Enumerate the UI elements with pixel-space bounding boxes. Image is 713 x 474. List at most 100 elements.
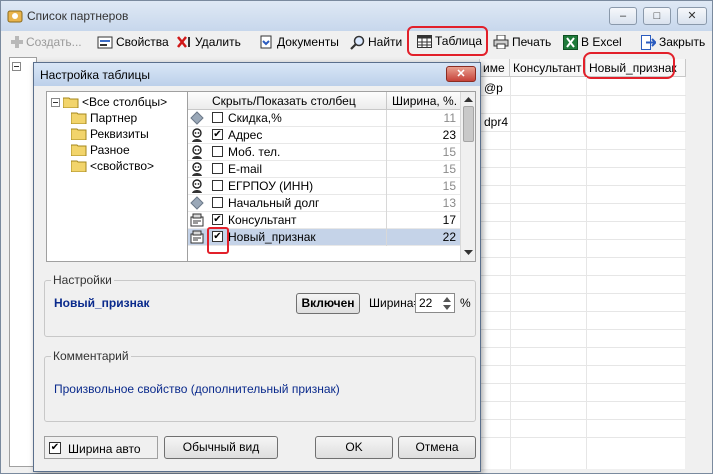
enabled-toggle-button[interactable]: Включен — [296, 293, 360, 314]
column-width[interactable]: 17 — [388, 213, 456, 227]
grid-line — [480, 419, 686, 420]
tree-collapse-icon[interactable] — [51, 97, 60, 107]
window-close-button[interactable]: ✕ — [677, 7, 707, 25]
properties-label: Свойства — [116, 35, 169, 49]
minimize-button[interactable]: – — [609, 7, 637, 25]
tree-item-property[interactable]: <свойство> — [71, 158, 154, 174]
row-divider — [386, 195, 387, 212]
row-divider — [386, 178, 387, 195]
partners-grid: име Консультант Новый_признак @p dpr4 — [479, 52, 686, 469]
new-flag-highlight — [583, 52, 675, 79]
column-row[interactable]: E-mail 15 — [188, 161, 460, 178]
column-row[interactable]: ✔ Консультант 17 — [188, 212, 460, 229]
normal-view-button[interactable]: Обычный вид — [164, 436, 278, 459]
grid-col-name[interactable]: име — [480, 59, 510, 77]
vertical-scrollbar[interactable] — [460, 92, 475, 261]
auto-width-checkbox[interactable]: ✔ — [49, 442, 61, 454]
grid-cell[interactable]: @p — [484, 81, 503, 95]
column-visibility-checkbox[interactable]: ✔ — [212, 214, 223, 225]
person-icon — [192, 179, 202, 193]
grid-col-consultant[interactable]: Консультант — [510, 59, 586, 77]
create-button[interactable]: Создать... — [11, 33, 82, 51]
find-label: Найти — [368, 35, 403, 49]
tree-item-misc[interactable]: Разное — [71, 142, 130, 158]
scroll-up-icon[interactable] — [464, 96, 473, 102]
column-width[interactable]: 15 — [388, 162, 456, 176]
column-name: Моб. тел. — [228, 145, 281, 159]
header-width[interactable]: Ширина, %. — [392, 94, 457, 108]
column-width[interactable]: 15 — [388, 145, 456, 159]
column-visibility-checkbox[interactable] — [212, 112, 223, 123]
column-row[interactable]: ЕГРПОУ (ИНН) 15 — [188, 178, 460, 195]
find-button[interactable]: Найти — [350, 33, 402, 51]
tree-item-requisites[interactable]: Реквизиты — [71, 126, 149, 142]
toolbar: Создать... Свойства Удалить Документы На… — [1, 26, 712, 56]
column-width[interactable]: 13 — [388, 196, 456, 210]
close-toolbar-button[interactable]: Закрыть — [641, 33, 705, 51]
ok-button[interactable]: OK — [315, 436, 393, 459]
grid-line — [480, 347, 686, 348]
grid-cell[interactable]: dpr4 — [484, 115, 508, 129]
folder-icon — [71, 160, 87, 172]
percent-sign: % — [460, 296, 471, 310]
documents-icon — [260, 35, 272, 48]
header-name[interactable]: Скрыть/Показать столбец — [212, 94, 356, 108]
column-row[interactable]: Моб. тел. 15 — [188, 144, 460, 161]
column-row[interactable]: Начальный долг 13 — [188, 195, 460, 212]
grid-line — [480, 275, 686, 276]
column-visibility-checkbox[interactable] — [212, 146, 223, 157]
tree-item-label: Разное — [90, 143, 130, 157]
column-visibility-checkbox[interactable] — [212, 180, 223, 191]
column-width[interactable]: 22 — [388, 230, 456, 244]
dialog-close-button[interactable]: ✕ — [446, 66, 476, 82]
column-visibility-checkbox[interactable]: ✔ — [212, 129, 223, 140]
column-width[interactable]: 23 — [388, 128, 456, 142]
maximize-button[interactable]: □ — [643, 7, 671, 25]
grid-line — [480, 95, 686, 96]
column-name: Новый_признак — [228, 230, 316, 244]
table-settings-dialog: Настройка таблицы ✕ <Все столбцы> Партне… — [33, 62, 481, 472]
width-value[interactable]: 22 — [419, 296, 432, 310]
column-visibility-checkbox[interactable] — [212, 163, 223, 174]
documents-button[interactable]: Документы — [258, 33, 339, 51]
column-row[interactable]: Скидка,% 11 — [188, 110, 460, 127]
column-width[interactable]: 15 — [388, 179, 456, 193]
person-icon — [192, 128, 202, 142]
excel-label: В Excel — [581, 35, 622, 49]
delete-icon — [177, 36, 190, 48]
column-visibility-checkbox[interactable] — [212, 197, 223, 208]
spin-arrows-icon[interactable] — [441, 295, 453, 312]
excel-button[interactable]: В Excel — [563, 33, 622, 51]
row-divider — [386, 161, 387, 178]
grid-line — [480, 437, 686, 438]
table-button[interactable]: Таблица — [407, 26, 488, 56]
grid-line — [480, 185, 686, 186]
tree-item-partner[interactable]: Партнер — [71, 110, 137, 126]
column-width[interactable]: 11 — [388, 111, 456, 125]
delete-button[interactable]: Удалить — [176, 33, 241, 51]
print-button[interactable]: Печать — [493, 33, 551, 51]
cancel-button[interactable]: Отмена — [398, 436, 476, 459]
width-label: Ширина= — [369, 296, 421, 310]
width-stepper[interactable]: 22 — [415, 293, 455, 313]
scroll-thumb[interactable] — [463, 106, 474, 142]
row-divider — [386, 110, 387, 127]
folder-card-icon — [190, 230, 204, 244]
column-row[interactable]: ✔ Адрес 23 — [188, 127, 460, 144]
properties-button[interactable]: Свойства — [97, 33, 169, 51]
main-title-bar: Список партнеров – □ ✕ — [1, 1, 712, 31]
column-list: Скрыть/Показать столбец Ширина, %. Скидк… — [187, 91, 476, 262]
checkbox-highlight — [207, 227, 229, 254]
column-name: Консультант — [228, 213, 297, 227]
comment-text: Произвольное свойство (дополнительный пр… — [54, 382, 340, 396]
print-label: Печать — [512, 35, 552, 49]
grid-line — [480, 149, 686, 150]
grid-line — [480, 293, 686, 294]
row-divider — [386, 127, 387, 144]
grid-line — [480, 365, 686, 366]
tree-root-item[interactable]: <Все столбцы> — [51, 94, 167, 110]
tree-expand-icon[interactable] — [12, 62, 26, 74]
scroll-down-icon[interactable] — [464, 250, 473, 256]
grid-line — [480, 113, 686, 114]
folder-card-icon — [190, 213, 204, 227]
